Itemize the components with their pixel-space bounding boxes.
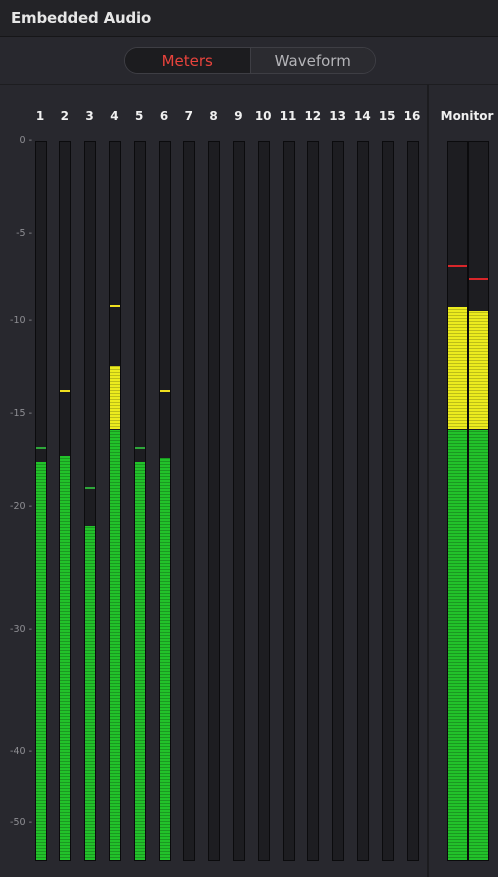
channel-meter-1 [35, 141, 47, 861]
scale-label: -40 - [10, 746, 32, 757]
channel-meter-16 [407, 141, 419, 861]
monitor-meter-2-level-green [469, 429, 488, 860]
channel-label-5: 5 [135, 109, 144, 123]
scale-label: -5 - [16, 228, 32, 239]
channel-meter-4-level-yellow [110, 365, 120, 429]
channel-label-9: 9 [234, 109, 243, 123]
meters-area [0, 84, 498, 877]
channel-meter-8 [208, 141, 220, 861]
channel-meter-4 [109, 141, 121, 861]
channel-label-4: 4 [110, 109, 119, 123]
channel-meter-11 [283, 141, 295, 861]
view-toggle: Meters Waveform [124, 47, 376, 74]
monitor-meter-2 [468, 141, 489, 861]
channel-label-8: 8 [209, 109, 218, 123]
channel-label-2: 2 [60, 109, 69, 123]
channel-meter-13 [332, 141, 344, 861]
channel-meter-10 [258, 141, 270, 861]
channel-meter-15 [382, 141, 394, 861]
channel-meter-12 [307, 141, 319, 861]
channel-meter-5-level-green [135, 461, 145, 860]
channel-label-7: 7 [184, 109, 193, 123]
monitor-divider [427, 84, 429, 877]
channel-label-13: 13 [329, 109, 346, 123]
channel-meter-7 [183, 141, 195, 861]
scale-label: -10 - [10, 315, 32, 326]
channel-meter-2-peak-hold [60, 389, 70, 392]
panel-header: Embedded Audio [0, 0, 498, 37]
scale-label: -50 - [10, 817, 32, 828]
monitor-meter-1-level-green [448, 429, 467, 860]
channel-label-15: 15 [378, 109, 396, 123]
channel-label-10: 10 [254, 109, 272, 123]
scale-label: 0 - [19, 135, 33, 146]
scale-label: -15 - [10, 408, 32, 419]
scale-label: -20 - [10, 501, 32, 512]
channel-label-14: 14 [354, 109, 371, 123]
channel-meter-5 [134, 141, 146, 861]
channel-label-1: 1 [35, 109, 45, 123]
waveform-tab[interactable]: Waveform [250, 48, 375, 73]
monitor-label: Monitor [440, 109, 494, 123]
channel-label-11: 11 [279, 109, 297, 123]
channel-meter-6 [159, 141, 171, 861]
embedded-audio-panel: Embedded Audio Meters Waveform 0 - -5 - -1… [0, 0, 498, 877]
channel-meter-6-peak-hold [160, 389, 170, 392]
channel-meter-1-peak-hold [36, 447, 46, 450]
monitor-meter-2-level-yellow [469, 310, 488, 429]
channel-meter-4-level-green [110, 429, 120, 860]
channel-meter-3 [84, 141, 96, 861]
monitor-meter-1-level-yellow [448, 307, 467, 429]
channel-meter-14 [357, 141, 369, 861]
channel-meter-2-level-green [60, 455, 70, 860]
channel-label-12: 12 [304, 109, 322, 123]
channel-meter-4-peak-hold [110, 305, 120, 308]
meters-tab[interactable]: Meters [125, 48, 251, 73]
channel-meter-9 [233, 141, 245, 861]
channel-meter-3-peak-hold [85, 486, 95, 489]
channel-meter-2 [59, 141, 71, 861]
monitor-meter-1 [447, 141, 468, 861]
channel-meter-3-level-green [85, 526, 95, 860]
scale-label: -30 - [10, 624, 32, 635]
monitor-meter-2-peak-hold [469, 277, 488, 280]
channel-meter-5-peak-hold [135, 447, 145, 450]
monitor-meter-1-peak-hold [448, 265, 467, 268]
channel-meter-1-level-green [36, 461, 46, 860]
channel-label-3: 3 [85, 109, 94, 123]
panel-title: Embedded Audio [11, 9, 152, 27]
channel-meter-6-level-green [160, 457, 170, 860]
channel-label-6: 6 [159, 109, 169, 123]
channel-label-16: 16 [403, 109, 421, 123]
